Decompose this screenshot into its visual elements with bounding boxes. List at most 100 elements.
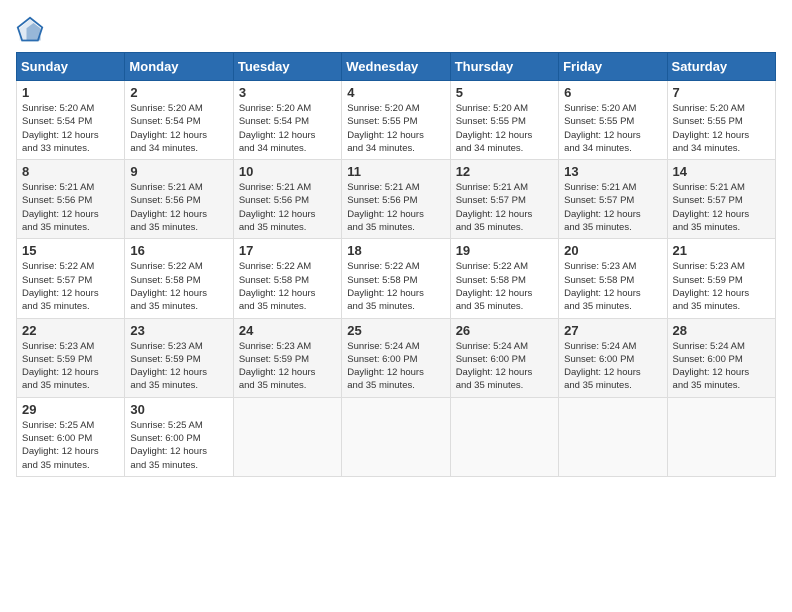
- day-number: 2: [130, 85, 227, 100]
- day-info: Sunrise: 5:20 AM Sunset: 5:55 PM Dayligh…: [347, 102, 444, 155]
- day-info: Sunrise: 5:24 AM Sunset: 6:00 PM Dayligh…: [564, 340, 661, 393]
- calendar-cell: 13 Sunrise: 5:21 AM Sunset: 5:57 PM Dayli…: [559, 160, 667, 239]
- day-info: Sunrise: 5:20 AM Sunset: 5:54 PM Dayligh…: [130, 102, 227, 155]
- calendar-week-5: 29 Sunrise: 5:25 AM Sunset: 6:00 PM Dayli…: [17, 397, 776, 476]
- day-number: 16: [130, 243, 227, 258]
- day-info: Sunrise: 5:20 AM Sunset: 5:55 PM Dayligh…: [564, 102, 661, 155]
- header: [16, 16, 776, 44]
- day-number: 4: [347, 85, 444, 100]
- day-info: Sunrise: 5:20 AM Sunset: 5:54 PM Dayligh…: [22, 102, 119, 155]
- day-info: Sunrise: 5:23 AM Sunset: 5:59 PM Dayligh…: [673, 260, 770, 313]
- calendar-cell: 14 Sunrise: 5:21 AM Sunset: 5:57 PM Dayli…: [667, 160, 775, 239]
- day-header-thursday: Thursday: [450, 53, 558, 81]
- day-info: Sunrise: 5:21 AM Sunset: 5:57 PM Dayligh…: [564, 181, 661, 234]
- calendar-cell: 26Sunrise: 5:24 AM Sunset: 6:00 PM Dayli…: [450, 318, 558, 397]
- day-number: 15: [22, 243, 119, 258]
- day-info: Sunrise: 5:22 AM Sunset: 5:58 PM Dayligh…: [130, 260, 227, 313]
- calendar-cell: [559, 397, 667, 476]
- day-info: Sunrise: 5:22 AM Sunset: 5:58 PM Dayligh…: [239, 260, 336, 313]
- day-number: 6: [564, 85, 661, 100]
- calendar-cell: 19Sunrise: 5:22 AM Sunset: 5:58 PM Dayli…: [450, 239, 558, 318]
- day-number: 1: [22, 85, 119, 100]
- calendar-cell: 1 Sunrise: 5:20 AM Sunset: 5:54 PM Daylig…: [17, 81, 125, 160]
- day-number: 7: [673, 85, 770, 100]
- day-info: Sunrise: 5:23 AM Sunset: 5:59 PM Dayligh…: [130, 340, 227, 393]
- day-info: Sunrise: 5:24 AM Sunset: 6:00 PM Dayligh…: [673, 340, 770, 393]
- day-info: Sunrise: 5:23 AM Sunset: 5:59 PM Dayligh…: [239, 340, 336, 393]
- day-number: 22: [22, 323, 119, 338]
- day-number: 13: [564, 164, 661, 179]
- logo-icon: [16, 16, 44, 44]
- day-number: 21: [673, 243, 770, 258]
- day-info: Sunrise: 5:22 AM Sunset: 5:57 PM Dayligh…: [22, 260, 119, 313]
- calendar-cell: 3 Sunrise: 5:20 AM Sunset: 5:54 PM Daylig…: [233, 81, 341, 160]
- calendar-week-1: 1 Sunrise: 5:20 AM Sunset: 5:54 PM Daylig…: [17, 81, 776, 160]
- day-number: 30: [130, 402, 227, 417]
- calendar-cell: [233, 397, 341, 476]
- calendar-cell: 16 Sunrise: 5:22 AM Sunset: 5:58 PM Dayli…: [125, 239, 233, 318]
- day-header-tuesday: Tuesday: [233, 53, 341, 81]
- day-header-friday: Friday: [559, 53, 667, 81]
- day-header-wednesday: Wednesday: [342, 53, 450, 81]
- calendar-cell: 29 Sunrise: 5:25 AM Sunset: 6:00 PM Dayli…: [17, 397, 125, 476]
- calendar-cell: 7Sunrise: 5:20 AM Sunset: 5:55 PM Daylig…: [667, 81, 775, 160]
- calendar-cell: 24Sunrise: 5:23 AM Sunset: 5:59 PM Dayli…: [233, 318, 341, 397]
- day-number: 29: [22, 402, 119, 417]
- calendar-cell: 23 Sunrise: 5:23 AM Sunset: 5:59 PM Dayli…: [125, 318, 233, 397]
- calendar-cell: 21 Sunrise: 5:23 AM Sunset: 5:59 PM Dayli…: [667, 239, 775, 318]
- calendar-cell: 2 Sunrise: 5:20 AM Sunset: 5:54 PM Daylig…: [125, 81, 233, 160]
- calendar-cell: 6 Sunrise: 5:20 AM Sunset: 5:55 PM Daylig…: [559, 81, 667, 160]
- day-info: Sunrise: 5:21 AM Sunset: 5:57 PM Dayligh…: [673, 181, 770, 234]
- calendar-cell: 12 Sunrise: 5:21 AM Sunset: 5:57 PM Dayli…: [450, 160, 558, 239]
- calendar-cell: [667, 397, 775, 476]
- day-info: Sunrise: 5:21 AM Sunset: 5:56 PM Dayligh…: [130, 181, 227, 234]
- calendar-cell: 9 Sunrise: 5:21 AM Sunset: 5:56 PM Daylig…: [125, 160, 233, 239]
- day-number: 28: [673, 323, 770, 338]
- day-info: Sunrise: 5:20 AM Sunset: 5:54 PM Dayligh…: [239, 102, 336, 155]
- calendar-cell: 28 Sunrise: 5:24 AM Sunset: 6:00 PM Dayli…: [667, 318, 775, 397]
- day-info: Sunrise: 5:24 AM Sunset: 6:00 PM Dayligh…: [456, 340, 553, 393]
- calendar-cell: [342, 397, 450, 476]
- day-header-monday: Monday: [125, 53, 233, 81]
- day-info: Sunrise: 5:24 AM Sunset: 6:00 PM Dayligh…: [347, 340, 444, 393]
- calendar-table: SundayMondayTuesdayWednesdayThursdayFrid…: [16, 52, 776, 477]
- day-header-sunday: Sunday: [17, 53, 125, 81]
- day-info: Sunrise: 5:21 AM Sunset: 5:56 PM Dayligh…: [22, 181, 119, 234]
- day-number: 17: [239, 243, 336, 258]
- day-info: Sunrise: 5:21 AM Sunset: 5:56 PM Dayligh…: [347, 181, 444, 234]
- logo: [16, 16, 48, 44]
- calendar-cell: 5 Sunrise: 5:20 AM Sunset: 5:55 PM Daylig…: [450, 81, 558, 160]
- calendar-cell: 15 Sunrise: 5:22 AM Sunset: 5:57 PM Dayli…: [17, 239, 125, 318]
- day-number: 5: [456, 85, 553, 100]
- day-number: 10: [239, 164, 336, 179]
- day-header-saturday: Saturday: [667, 53, 775, 81]
- day-number: 18: [347, 243, 444, 258]
- calendar-cell: 4 Sunrise: 5:20 AM Sunset: 5:55 PM Daylig…: [342, 81, 450, 160]
- day-number: 11: [347, 164, 444, 179]
- day-number: 8: [22, 164, 119, 179]
- day-info: Sunrise: 5:25 AM Sunset: 6:00 PM Dayligh…: [130, 419, 227, 472]
- calendar-cell: 27Sunrise: 5:24 AM Sunset: 6:00 PM Dayli…: [559, 318, 667, 397]
- day-number: 3: [239, 85, 336, 100]
- calendar-cell: 30 Sunrise: 5:25 AM Sunset: 6:00 PM Dayli…: [125, 397, 233, 476]
- day-number: 20: [564, 243, 661, 258]
- day-number: 9: [130, 164, 227, 179]
- day-info: Sunrise: 5:23 AM Sunset: 5:59 PM Dayligh…: [22, 340, 119, 393]
- calendar-cell: 8 Sunrise: 5:21 AM Sunset: 5:56 PM Daylig…: [17, 160, 125, 239]
- calendar-cell: 11 Sunrise: 5:21 AM Sunset: 5:56 PM Dayli…: [342, 160, 450, 239]
- calendar-week-4: 22 Sunrise: 5:23 AM Sunset: 5:59 PM Dayli…: [17, 318, 776, 397]
- day-number: 23: [130, 323, 227, 338]
- day-info: Sunrise: 5:20 AM Sunset: 5:55 PM Dayligh…: [456, 102, 553, 155]
- day-number: 14: [673, 164, 770, 179]
- day-number: 25: [347, 323, 444, 338]
- day-info: Sunrise: 5:25 AM Sunset: 6:00 PM Dayligh…: [22, 419, 119, 472]
- day-number: 12: [456, 164, 553, 179]
- calendar-week-2: 8 Sunrise: 5:21 AM Sunset: 5:56 PM Daylig…: [17, 160, 776, 239]
- calendar-cell: 18 Sunrise: 5:22 AM Sunset: 5:58 PM Dayli…: [342, 239, 450, 318]
- calendar-cell: 22 Sunrise: 5:23 AM Sunset: 5:59 PM Dayli…: [17, 318, 125, 397]
- calendar-week-3: 15 Sunrise: 5:22 AM Sunset: 5:57 PM Dayli…: [17, 239, 776, 318]
- calendar-cell: 25 Sunrise: 5:24 AM Sunset: 6:00 PM Dayli…: [342, 318, 450, 397]
- day-info: Sunrise: 5:22 AM Sunset: 5:58 PM Dayligh…: [347, 260, 444, 313]
- day-info: Sunrise: 5:21 AM Sunset: 5:57 PM Dayligh…: [456, 181, 553, 234]
- day-number: 19: [456, 243, 553, 258]
